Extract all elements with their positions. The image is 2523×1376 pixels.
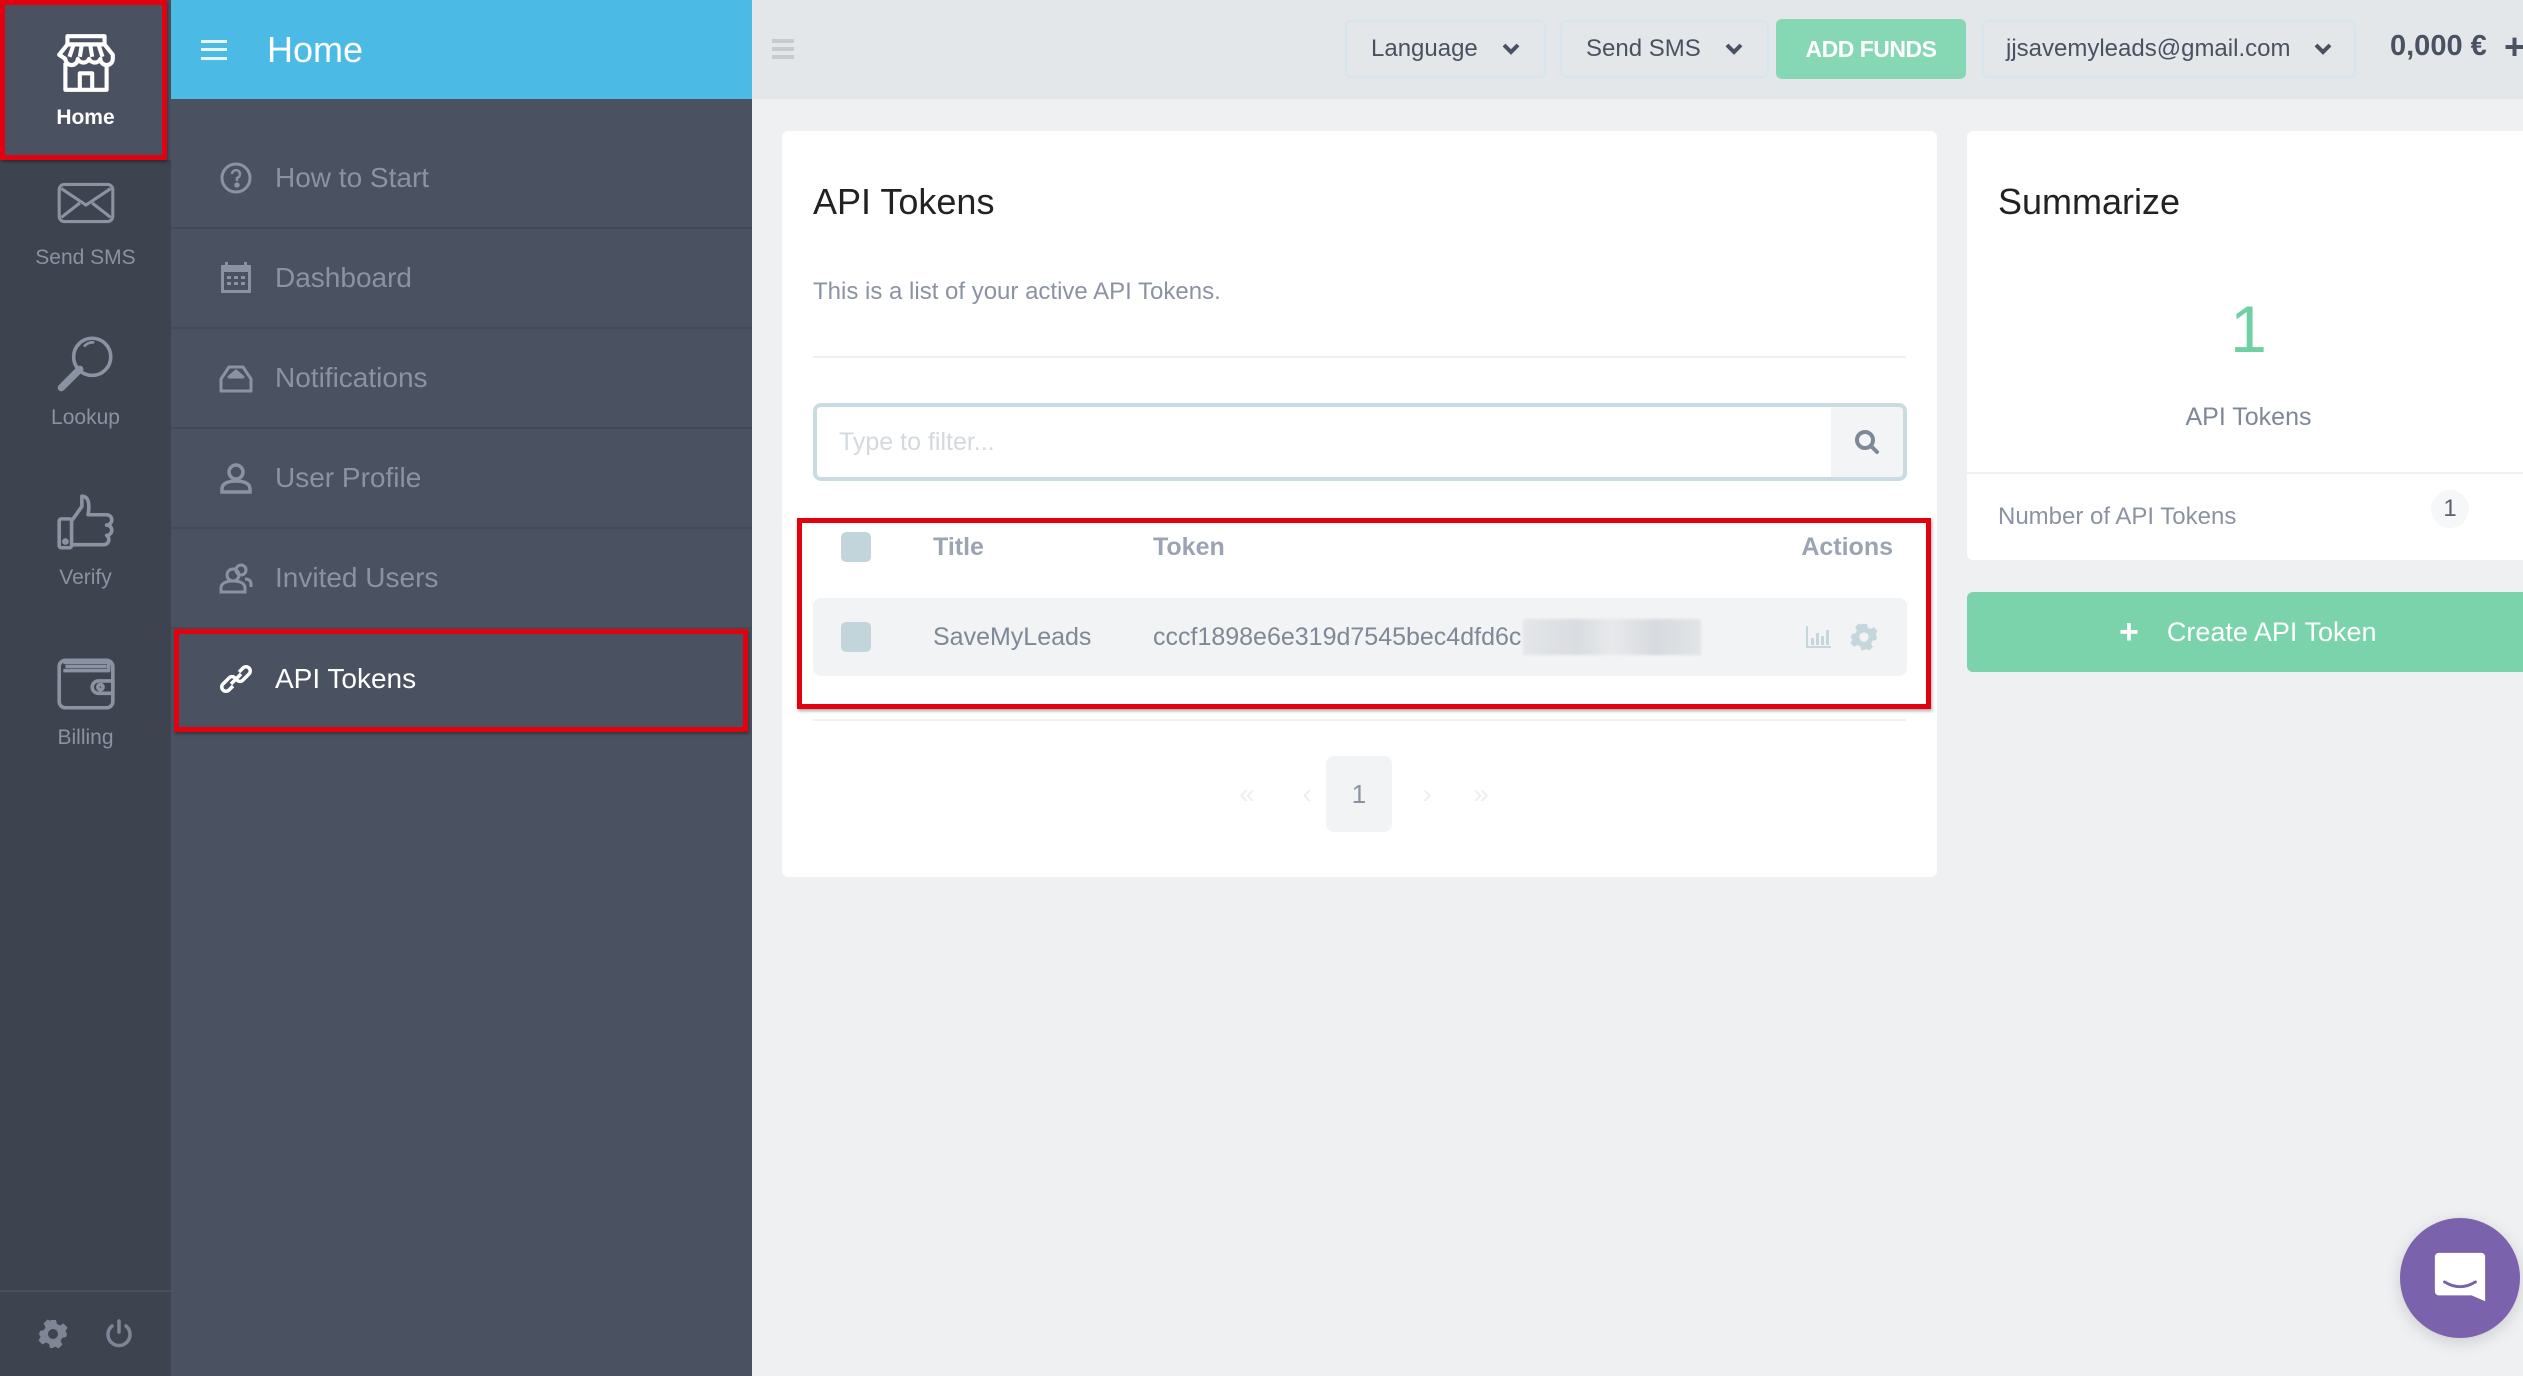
plus-icon: + — [2119, 612, 2139, 651]
page-title: API Tokens — [813, 181, 995, 222]
calendar-icon — [221, 262, 251, 293]
header-actions: Actions — [1801, 532, 1893, 561]
secondary-sidebar: Home How to Start Dashboard Notification… — [171, 0, 752, 1376]
wallet-icon — [56, 658, 115, 710]
top-bar: Language Send SMS ADD FUNDS jjsavemylead… — [752, 0, 2523, 99]
next-page-button[interactable]: › — [1412, 756, 1442, 832]
chevron-down-icon — [1725, 43, 1743, 55]
store-icon — [56, 34, 115, 92]
sidebar-header: Home — [171, 0, 752, 99]
rail-item-verify[interactable]: Verify — [0, 460, 171, 620]
stats-icon[interactable] — [1803, 622, 1833, 652]
rail-item-home[interactable]: Home — [0, 0, 171, 160]
token-redacted-part — [1523, 619, 1702, 655]
prev-page-button[interactable]: ‹ — [1292, 756, 1322, 832]
rail-item-lookup[interactable]: Lookup — [0, 300, 171, 460]
token-count-label: API Tokens — [2185, 403, 2312, 431]
header-token: Token — [1153, 532, 1225, 561]
inbox-icon — [219, 365, 253, 393]
sidebar-item-invited-users[interactable]: Invited Users — [171, 529, 752, 629]
create-api-token-label: Create API Token — [2166, 616, 2377, 647]
add-funds-button[interactable]: ADD FUNDS — [1776, 19, 1966, 79]
chat-launcher-button[interactable] — [2400, 1218, 2520, 1338]
language-dropdown[interactable]: Language — [1345, 20, 1546, 78]
divider — [813, 356, 1906, 358]
rail-item-billing[interactable]: Billing — [0, 620, 171, 780]
page-description: This is a list of your active API Tokens… — [813, 278, 1221, 305]
table-header: Title Token Actions — [813, 517, 1907, 577]
token-title: SaveMyLeads — [933, 622, 1092, 651]
sidebar-item-notifications[interactable]: Notifications — [171, 329, 752, 429]
rail-item-label: Lookup — [51, 406, 120, 429]
sidebar-item-label: User Profile — [275, 462, 422, 493]
search-button[interactable] — [1831, 407, 1903, 477]
summary-row-value: 1 — [2431, 490, 2469, 528]
summary-row-label: Number of API Tokens — [1998, 503, 2237, 530]
sidebar-item-label: Dashboard — [275, 262, 412, 293]
chevron-down-icon — [2315, 43, 2332, 55]
send-sms-label: Send SMS — [1586, 35, 1701, 62]
envelope-icon — [57, 182, 114, 224]
sidebar-item-how-to-start[interactable]: How to Start — [171, 129, 752, 229]
rail-item-label: Verify — [59, 566, 112, 589]
filter-input[interactable] — [817, 407, 1831, 477]
sidebar-item-user-profile[interactable]: User Profile — [171, 429, 752, 529]
hamburger-icon[interactable] — [201, 39, 227, 60]
send-sms-dropdown[interactable]: Send SMS — [1560, 20, 1769, 78]
sidebar-item-label: API Tokens — [275, 663, 417, 694]
magnifier-icon — [57, 336, 113, 392]
sidebar-title: Home — [267, 28, 364, 70]
first-page-button[interactable]: « — [1232, 756, 1262, 832]
summary-card: Summarize 1 API Tokens Number of API Tok… — [1967, 131, 2523, 560]
add-balance-icon[interactable]: + — [2504, 29, 2523, 65]
rail-item-label: Send SMS — [35, 246, 136, 269]
chat-bubble-icon — [2434, 1252, 2486, 1302]
chevron-down-icon — [1502, 43, 1520, 55]
create-api-token-button[interactable]: + Create API Token — [1967, 592, 2523, 672]
table-row: SaveMyLeads cccf1898e6e319d7545bec4dfd6c — [813, 598, 1907, 676]
language-label: Language — [1371, 35, 1478, 62]
account-dropdown[interactable]: jjsavemyleads@gmail.com — [1982, 20, 2357, 78]
divider — [813, 719, 1906, 721]
rail-footer — [0, 1290, 171, 1376]
thumbs-up-icon — [56, 494, 114, 550]
filter-box — [813, 403, 1907, 481]
sidebar-item-api-tokens[interactable]: API Tokens — [171, 629, 752, 729]
pagination: « ‹ 1 › » — [782, 756, 1937, 832]
api-tokens-card: API Tokens This is a list of your active… — [782, 131, 1937, 877]
sidebar-item-dashboard[interactable]: Dashboard — [171, 229, 752, 329]
row-actions — [1803, 622, 1879, 652]
select-all-checkbox[interactable] — [841, 532, 871, 562]
rail-item-label: Home — [56, 106, 115, 129]
users-icon — [219, 563, 253, 594]
balance: 0,000 € — [2390, 30, 2487, 62]
gear-icon[interactable] — [1849, 622, 1879, 652]
token-value: cccf1898e6e319d7545bec4dfd6c — [1153, 619, 1702, 655]
rail-item-send-sms[interactable]: Send SMS — [0, 140, 171, 300]
sidebar-list: How to Start Dashboard Notifications Use… — [171, 129, 752, 729]
rail-item-label: Billing — [57, 726, 114, 749]
gear-icon[interactable] — [37, 1318, 69, 1350]
account-email: jjsavemyleads@gmail.com — [2006, 35, 2291, 62]
menu-toggle-icon[interactable] — [772, 39, 794, 59]
token-count: 1 — [2230, 292, 2267, 366]
divider — [1967, 472, 2523, 474]
row-checkbox[interactable] — [841, 622, 871, 652]
last-page-button[interactable]: » — [1466, 756, 1496, 832]
sidebar-item-label: Notifications — [275, 362, 428, 393]
sidebar-item-label: How to Start — [275, 162, 430, 193]
user-icon — [220, 463, 252, 494]
icon-rail: Home Send SMS Lookup Verify Billing — [0, 0, 171, 1376]
summary-title: Summarize — [1998, 181, 2181, 222]
sidebar-item-label: Invited Users — [275, 562, 439, 593]
token-visible-part: cccf1898e6e319d7545bec4dfd6c — [1153, 622, 1522, 651]
question-circle-icon — [220, 162, 252, 194]
header-title: Title — [933, 532, 984, 561]
power-icon[interactable] — [103, 1318, 135, 1350]
search-icon — [1855, 430, 1879, 454]
page-1-button[interactable]: 1 — [1326, 756, 1392, 832]
link-icon — [220, 665, 252, 693]
